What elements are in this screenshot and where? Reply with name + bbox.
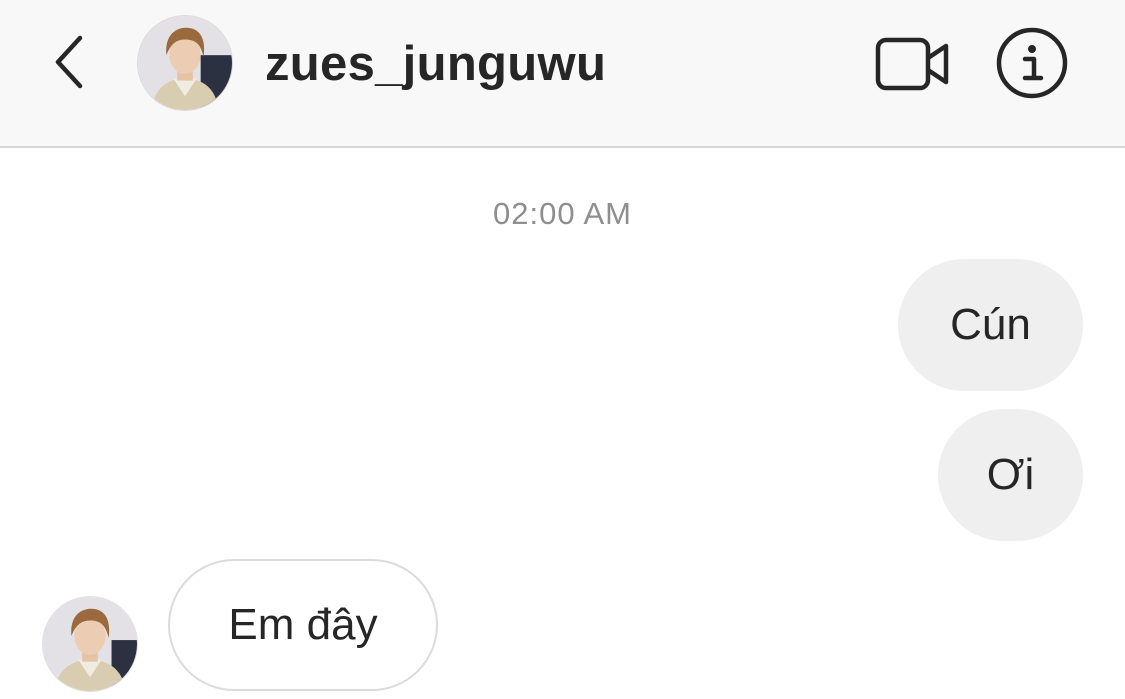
info-button[interactable] [994,25,1070,101]
chat-username[interactable]: zues_junguwu [265,34,606,94]
avatar-photo [138,16,232,110]
message-timestamp: 02:00 AM [493,196,632,231]
chevron-left-icon [55,35,83,89]
video-camera-icon [875,37,949,91]
sender-avatar[interactable] [42,596,138,692]
direct-message-screen: zues_junguwu 02:00 AM Cún Ơi Em đây [0,0,1125,699]
video-call-button[interactable] [872,32,952,96]
back-button[interactable] [40,30,96,94]
message-text: Cún [950,300,1031,349]
sent-message-bubble[interactable]: Ơi [938,409,1083,541]
sent-message-bubble[interactable]: Cún [898,259,1083,391]
info-circle-icon [996,27,1068,99]
message-text: Em đây [228,600,378,649]
message-text: Ơi [986,450,1035,499]
chat-header: zues_junguwu [0,0,1125,148]
received-message-bubble[interactable]: Em đây [168,559,438,691]
header-avatar[interactable] [137,15,233,111]
avatar-photo [43,597,137,691]
